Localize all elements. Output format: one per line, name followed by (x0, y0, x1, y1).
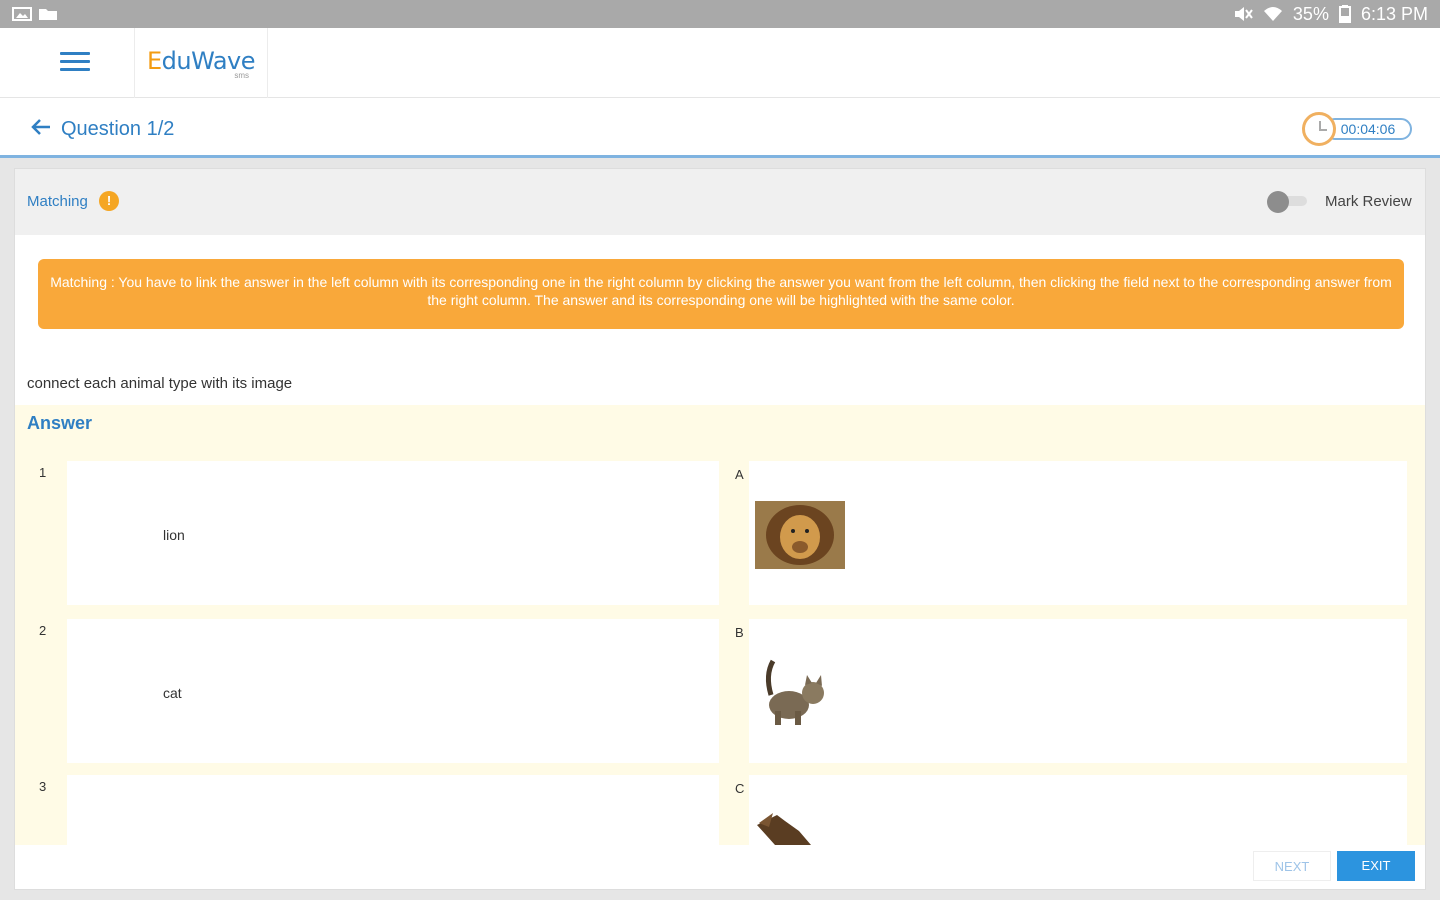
system-status-bar: 35% 6:13 PM (0, 0, 1440, 28)
toggle-knob (1267, 191, 1289, 213)
question-text: connect each animal type with its image (27, 375, 293, 392)
app-header: EduWave sms (0, 28, 1440, 98)
crocodile-image (757, 813, 811, 845)
right-item-letter: C (735, 781, 745, 796)
info-icon[interactable]: ! (99, 191, 119, 211)
battery-percent: 35% (1292, 3, 1329, 24)
instructions-banner: Matching : You have to link the answer i… (38, 259, 1404, 329)
clock-time: 6:13 PM (1360, 3, 1428, 24)
gallery-icon (12, 7, 32, 21)
wifi-icon (1263, 7, 1282, 21)
right-item-letter: A (735, 467, 744, 482)
exit-button[interactable]: EXIT (1337, 851, 1415, 881)
footer-buttons: NEXT EXIT (15, 845, 1425, 889)
left-item-text: lion (163, 527, 185, 543)
card-header: Matching ! Mark Review (15, 169, 1425, 235)
eduwave-logo: EduWave sms (134, 28, 268, 98)
question-bar: Question 1/2 00:04:06 (0, 98, 1440, 158)
left-item-text: cat (163, 685, 182, 701)
timer-value: 00:04:06 (1324, 118, 1412, 140)
answer-area: Answer 1 lion A 2 cat B 3 C (15, 405, 1425, 845)
mark-review-toggle[interactable] (1267, 191, 1307, 213)
timer: 00:04:06 (1302, 112, 1414, 146)
clock-icon (1302, 112, 1336, 146)
mark-review-label: Mark Review (1325, 193, 1412, 210)
status-left (12, 6, 58, 22)
right-item-letter: B (735, 625, 744, 640)
right-item-c[interactable] (749, 775, 1407, 845)
left-item-number: 1 (39, 465, 47, 480)
battery-icon (1338, 5, 1351, 23)
hamburger-menu-icon[interactable] (60, 52, 90, 74)
logo-subtext: sms (234, 70, 249, 80)
question-title: Question 1/2 (61, 118, 175, 140)
right-item-a[interactable] (749, 461, 1407, 605)
left-item-3[interactable] (67, 775, 719, 845)
right-item-b[interactable] (749, 619, 1407, 763)
left-item-number: 2 (39, 623, 47, 638)
question-card: Matching ! Mark Review Matching : You ha… (14, 168, 1426, 890)
answer-title: Answer (27, 413, 93, 433)
status-right: 35% 6:13 PM (1233, 4, 1428, 25)
left-item-lion[interactable]: lion (67, 461, 719, 605)
question-type-label: Matching (27, 193, 88, 210)
folder-icon (39, 9, 57, 20)
cat-image (765, 659, 824, 725)
mute-icon (1234, 7, 1253, 21)
left-item-cat[interactable]: cat (67, 619, 719, 763)
back-arrow-icon[interactable] (30, 116, 52, 138)
lion-image (755, 501, 845, 569)
next-button[interactable]: NEXT (1253, 851, 1331, 881)
left-item-number: 3 (39, 779, 47, 794)
